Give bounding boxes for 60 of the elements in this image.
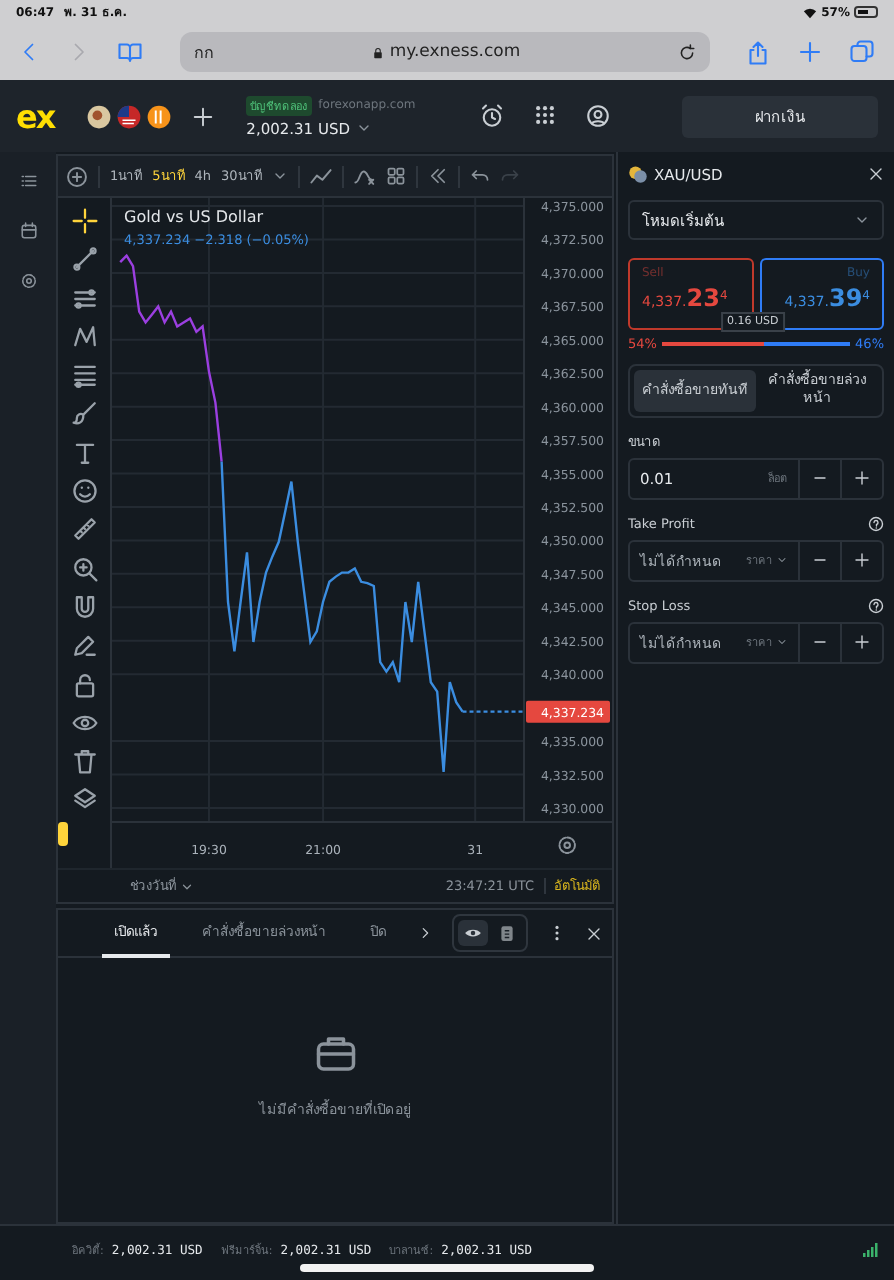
price-guide-line	[462, 710, 524, 713]
help-icon[interactable]	[868, 598, 884, 615]
close-icon[interactable]	[868, 166, 884, 182]
alarm-icon[interactable]	[479, 104, 504, 128]
briefcase-icon	[315, 1033, 355, 1073]
battery-icon	[854, 6, 878, 18]
share-icon[interactable]	[746, 39, 770, 65]
chevron-right-icon[interactable]	[418, 926, 432, 940]
add-icon[interactable]	[192, 105, 215, 127]
bookmarks-icon[interactable]	[116, 40, 144, 64]
caret-icon[interactable]	[271, 168, 288, 184]
reload-icon[interactable]	[678, 43, 696, 61]
apps-grid-icon[interactable]	[533, 104, 556, 126]
lock-icon[interactable]	[71, 671, 97, 698]
new-tab-icon[interactable]	[798, 40, 822, 64]
undo-icon[interactable]	[469, 166, 490, 186]
wifi-icon	[801, 5, 818, 19]
profile-icon[interactable]	[585, 104, 610, 128]
brush-icon[interactable]	[71, 400, 97, 427]
lock-icon	[371, 45, 384, 59]
help-icon[interactable]	[868, 516, 884, 533]
close-icon[interactable]	[586, 925, 602, 941]
menu-icon[interactable]	[19, 172, 37, 190]
connection-signal-icon	[862, 1241, 878, 1257]
caret-icon	[854, 212, 870, 228]
coins-icon	[628, 164, 648, 184]
settings-icon[interactable]	[558, 836, 576, 854]
line-chart-icon[interactable]	[309, 165, 332, 187]
zoom-in-icon[interactable]	[71, 555, 97, 582]
caret-icon[interactable]	[355, 120, 372, 136]
smiley-icon[interactable]	[71, 478, 97, 505]
rewind-icon[interactable]	[427, 166, 448, 186]
text-size-button[interactable]: กก	[194, 39, 214, 65]
flag-icon[interactable]	[116, 103, 143, 129]
indicator-icon[interactable]	[353, 165, 376, 187]
caret-icon	[180, 879, 194, 893]
parallel-lines-icon[interactable]	[71, 285, 97, 312]
eye-icon	[464, 924, 482, 942]
collapse-handle[interactable]	[58, 822, 68, 846]
layout-icon[interactable]	[385, 166, 406, 186]
ruler-icon[interactable]	[71, 516, 97, 543]
coin-icon[interactable]	[86, 103, 113, 129]
url-text: my.exness.com	[389, 42, 521, 62]
logo[interactable]: ex	[16, 97, 55, 135]
add-indicator-icon[interactable]	[66, 165, 88, 187]
text-tool-icon[interactable]	[71, 439, 97, 466]
view-toggle-button[interactable]	[458, 920, 488, 946]
settings-icon[interactable]	[19, 272, 37, 290]
trend-line-icon[interactable]	[71, 246, 97, 273]
tabs-icon[interactable]	[850, 40, 874, 64]
layers-icon[interactable]	[71, 786, 97, 813]
crosshair-icon[interactable]	[71, 208, 97, 234]
pattern-icon[interactable]	[71, 323, 97, 350]
chart-title: Gold vs US Dollar	[124, 208, 264, 226]
coin-icon[interactable]	[146, 103, 173, 129]
trash-icon[interactable]	[71, 748, 97, 775]
calendar-icon[interactable]	[19, 222, 37, 240]
clipboard-icon	[498, 924, 516, 942]
address-bar[interactable]: กก my.exness.com	[180, 32, 710, 72]
magnet-icon[interactable]	[71, 593, 97, 620]
